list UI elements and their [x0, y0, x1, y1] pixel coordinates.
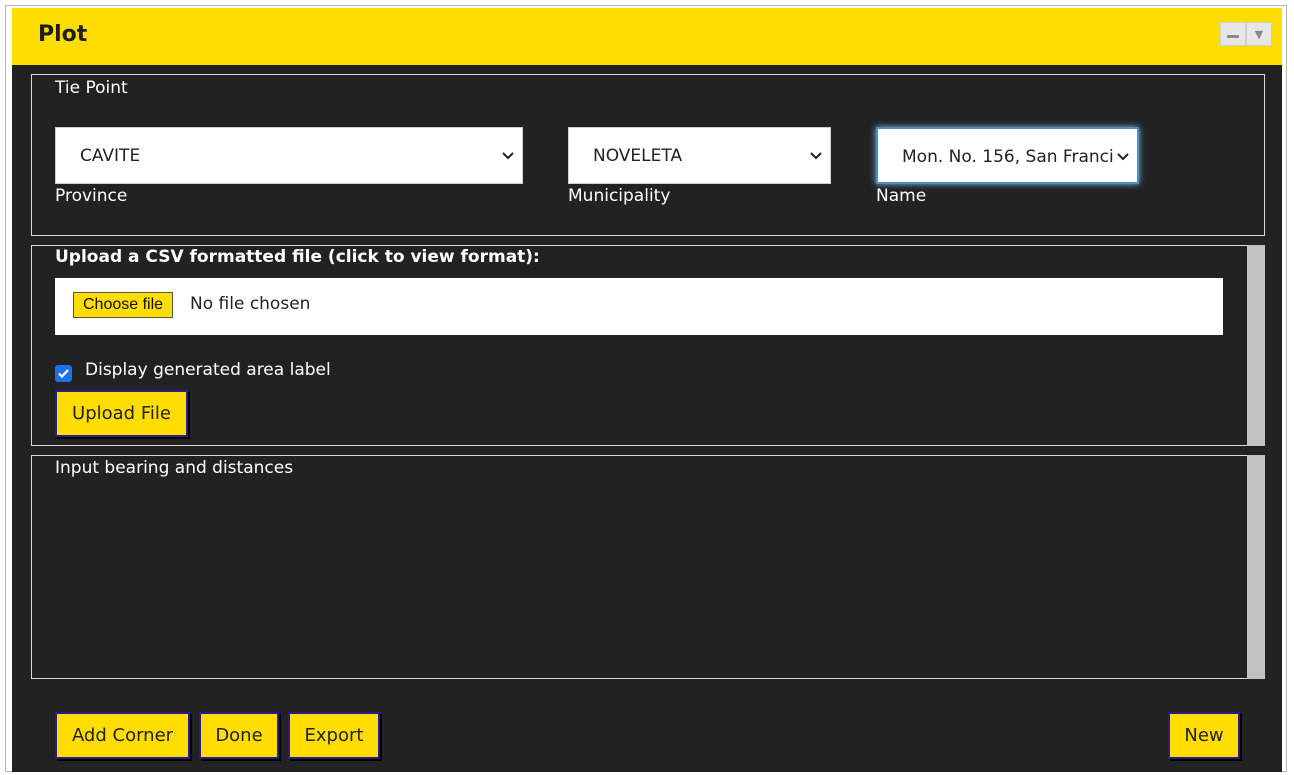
new-button[interactable]: New — [1168, 712, 1240, 759]
checkmark-icon — [58, 369, 69, 379]
minimize-icon — [1227, 34, 1239, 38]
province-label: Province — [55, 186, 128, 206]
bearing-legend: Input bearing and distances — [55, 458, 294, 478]
upload-fieldset — [31, 245, 1265, 446]
add-corner-button[interactable]: Add Corner — [55, 712, 190, 759]
upload-scrollbar[interactable] — [1247, 245, 1265, 446]
upload-file-button[interactable]: Upload File — [55, 390, 188, 437]
name-value: Mon. No. 156, San Francisco — [902, 147, 1113, 167]
name-select[interactable]: Mon. No. 156, San Francisco — [876, 127, 1139, 184]
province-select[interactable]: CAVITE — [55, 127, 523, 184]
name-label: Name — [876, 186, 927, 206]
chevron-down-icon — [1117, 153, 1129, 161]
caret-down-icon: ▼ — [1254, 27, 1264, 41]
chevron-down-icon — [502, 152, 514, 160]
choose-file-button[interactable]: Choose file — [73, 292, 174, 318]
plot-panel: Tie Point CAVITE Province NOVELETA Munic… — [12, 65, 1282, 772]
chevron-down-icon — [810, 152, 822, 160]
collapse-button[interactable]: ▼ — [1246, 22, 1272, 46]
done-button[interactable]: Done — [199, 712, 279, 759]
bearing-scrollbar[interactable] — [1247, 455, 1265, 679]
export-button[interactable]: Export — [288, 712, 380, 759]
bearing-fieldset — [31, 455, 1265, 679]
area-label-checkbox[interactable] — [55, 365, 72, 382]
no-file-text: No file chosen — [190, 294, 311, 314]
municipality-label: Municipality — [568, 186, 671, 206]
minimize-button[interactable] — [1220, 22, 1246, 46]
area-label-checkbox-label: Display generated area label — [85, 360, 331, 380]
municipality-value: NOVELETA — [593, 146, 683, 166]
tie-point-legend: Tie Point — [55, 78, 128, 98]
municipality-select[interactable]: NOVELETA — [568, 127, 831, 184]
window-controls: ▼ — [1220, 22, 1272, 46]
title-bar: Plot ▼ — [12, 8, 1282, 65]
window-title: Plot — [38, 22, 88, 47]
province-value: CAVITE — [80, 146, 141, 166]
csv-format-link[interactable]: Upload a CSV formatted file (click to vi… — [55, 247, 540, 267]
file-input-box: Choose file No file chosen — [55, 278, 1223, 335]
